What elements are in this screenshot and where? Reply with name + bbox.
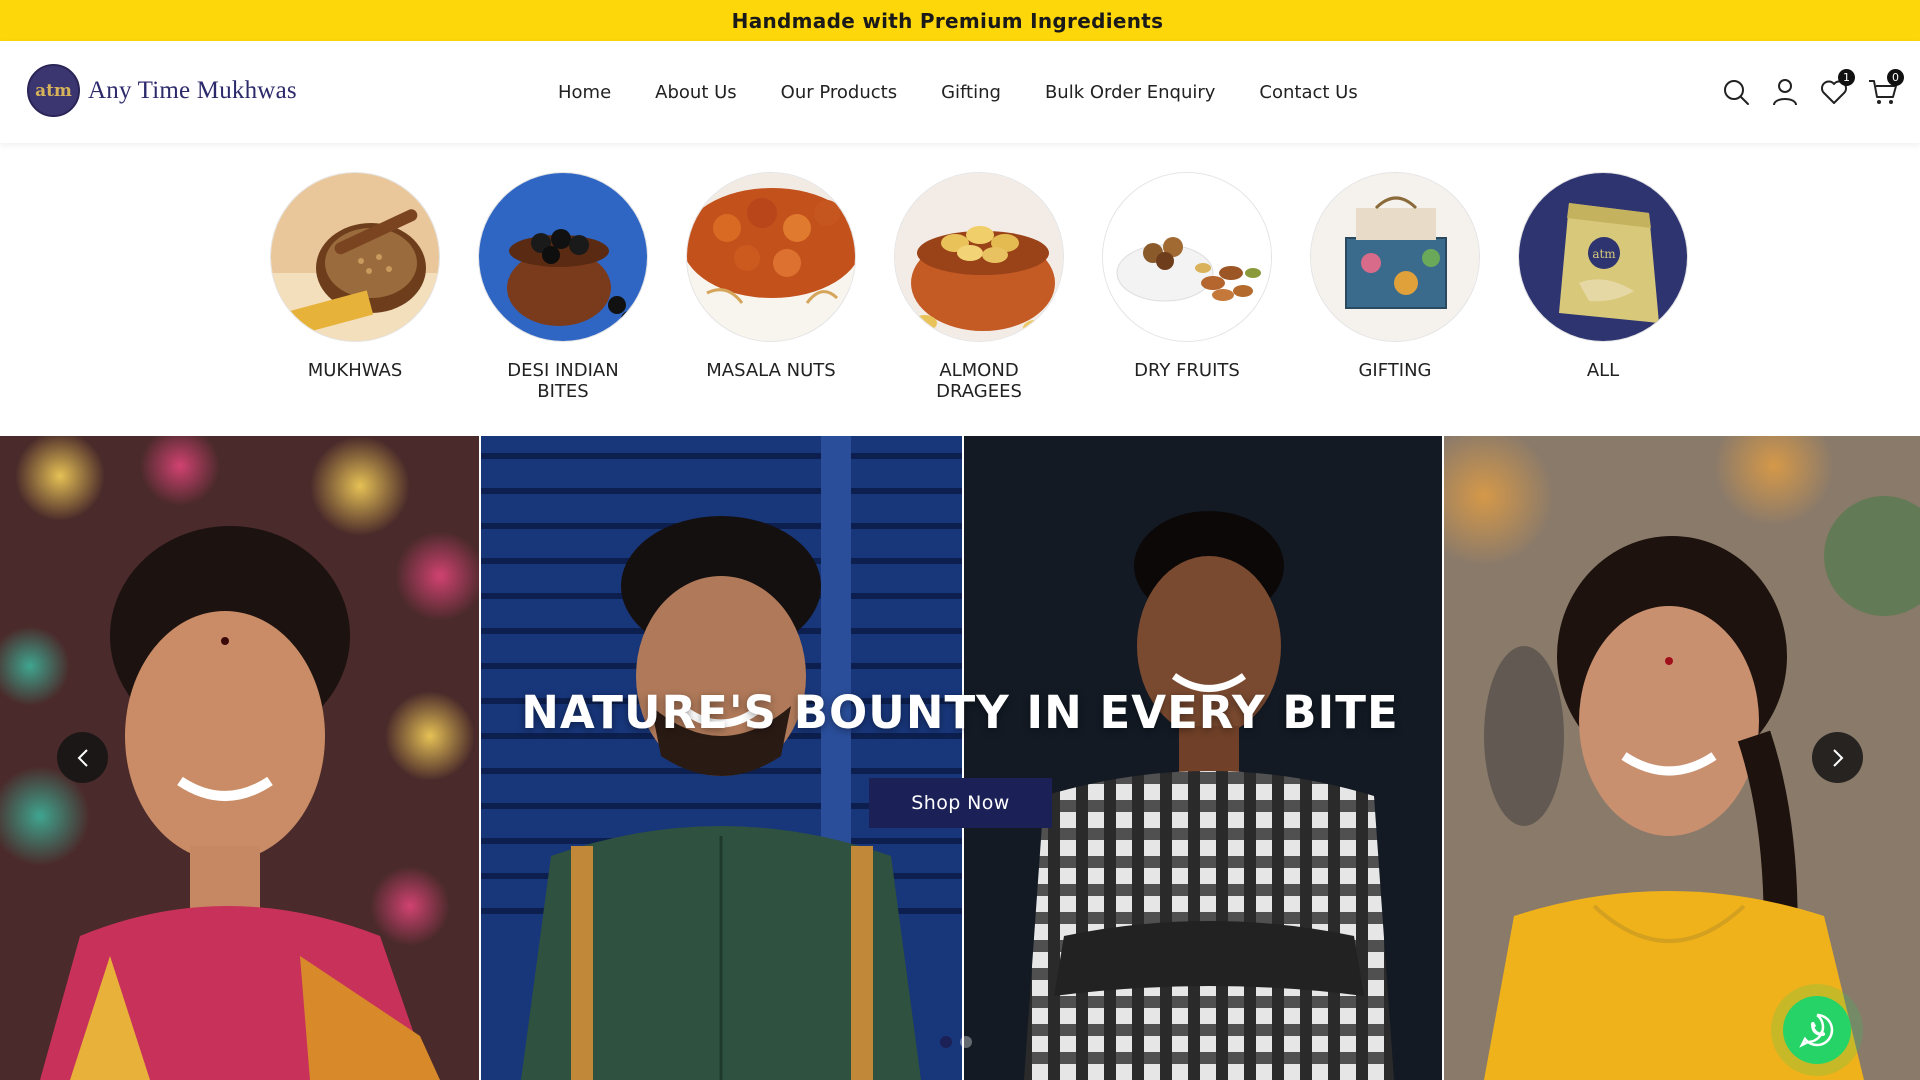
logo-mark: atm bbox=[27, 64, 80, 117]
cart-button[interactable]: 0 bbox=[1866, 69, 1904, 109]
hero-slider: NATURE'S BOUNTY IN EVERY BITE Shop Now bbox=[0, 436, 1920, 1080]
chevron-right-icon bbox=[1832, 748, 1843, 767]
site-header: atm Any Time Mukhwas Home About Us Our P… bbox=[0, 41, 1920, 143]
brand-logo[interactable]: atm Any Time Mukhwas bbox=[27, 64, 297, 117]
category-gifting[interactable]: GIFTING bbox=[1291, 172, 1499, 402]
category-all[interactable]: atm ALL bbox=[1499, 172, 1707, 402]
slider-dot-2[interactable] bbox=[960, 1036, 972, 1048]
category-label: ALMOND DRAGEES bbox=[936, 360, 1022, 402]
cart-count-badge: 0 bbox=[1887, 69, 1904, 86]
category-label: GIFTING bbox=[1358, 360, 1432, 381]
nav-our-products[interactable]: Our Products bbox=[781, 82, 897, 103]
category-label: MASALA NUTS bbox=[706, 360, 836, 381]
main-nav: Home About Us Our Products Gifting Bulk … bbox=[558, 41, 1402, 143]
category-image-gifting[interactable] bbox=[1310, 172, 1480, 342]
category-image-dry-fruits[interactable] bbox=[1102, 172, 1272, 342]
category-label: ALL bbox=[1586, 360, 1620, 381]
whatsapp-chat-button[interactable] bbox=[1783, 996, 1851, 1064]
search-button[interactable] bbox=[1719, 75, 1753, 109]
announcement-text: Handmade with Premium Ingredients bbox=[731, 8, 1164, 33]
user-icon bbox=[1773, 79, 1797, 106]
category-label: DRY FRUITS bbox=[1134, 360, 1240, 381]
category-strip: MUKHWAS DESI INDIAN BITES MASALA NUTS AL… bbox=[251, 172, 1707, 402]
brand-name: Any Time Mukhwas bbox=[88, 76, 297, 104]
announcement-bar: Handmade with Premium Ingredients bbox=[0, 0, 1920, 41]
slider-dot-1[interactable] bbox=[940, 1036, 952, 1048]
chevron-left-icon bbox=[77, 748, 88, 767]
category-almond-dragees[interactable]: ALMOND DRAGEES bbox=[875, 172, 1083, 402]
category-image-all[interactable]: atm bbox=[1518, 172, 1688, 342]
wishlist-count-badge: 1 bbox=[1838, 69, 1855, 86]
slider-dots bbox=[940, 1036, 980, 1048]
whatsapp-icon bbox=[1799, 1013, 1834, 1048]
category-label: MUKHWAS bbox=[307, 360, 403, 381]
category-desi-indian-bites[interactable]: DESI INDIAN BITES bbox=[459, 172, 667, 402]
nav-home[interactable]: Home bbox=[558, 82, 611, 103]
search-icon bbox=[1724, 80, 1749, 105]
hero-title: NATURE'S BOUNTY IN EVERY BITE bbox=[521, 686, 1399, 739]
header-icons: 1 0 bbox=[1704, 69, 1904, 109]
category-image-mukhwas[interactable] bbox=[270, 172, 440, 342]
nav-gifting[interactable]: Gifting bbox=[941, 82, 1001, 103]
shop-now-button[interactable]: Shop Now bbox=[869, 778, 1052, 828]
hero-image-man-green-shirt bbox=[481, 436, 962, 1080]
nav-about-us[interactable]: About Us bbox=[655, 82, 737, 103]
category-dry-fruits[interactable]: DRY FRUITS bbox=[1083, 172, 1291, 402]
slider-prev-button[interactable] bbox=[57, 732, 108, 783]
account-button[interactable] bbox=[1768, 75, 1802, 109]
slider-next-button[interactable] bbox=[1812, 732, 1863, 783]
category-image-desi-indian-bites[interactable] bbox=[478, 172, 648, 342]
category-label: DESI INDIAN BITES bbox=[507, 360, 619, 402]
nav-bulk-order-enquiry[interactable]: Bulk Order Enquiry bbox=[1045, 82, 1215, 103]
category-image-almond-dragees[interactable] bbox=[894, 172, 1064, 342]
category-image-masala-nuts[interactable] bbox=[686, 172, 856, 342]
hero-image-man-plaid-shirt bbox=[964, 436, 1442, 1080]
category-masala-nuts[interactable]: MASALA NUTS bbox=[667, 172, 875, 402]
category-mukhwas[interactable]: MUKHWAS bbox=[251, 172, 459, 402]
nav-contact-us[interactable]: Contact Us bbox=[1259, 82, 1357, 103]
wishlist-button[interactable]: 1 bbox=[1817, 69, 1855, 109]
svg-text:atm: atm bbox=[1592, 247, 1616, 261]
